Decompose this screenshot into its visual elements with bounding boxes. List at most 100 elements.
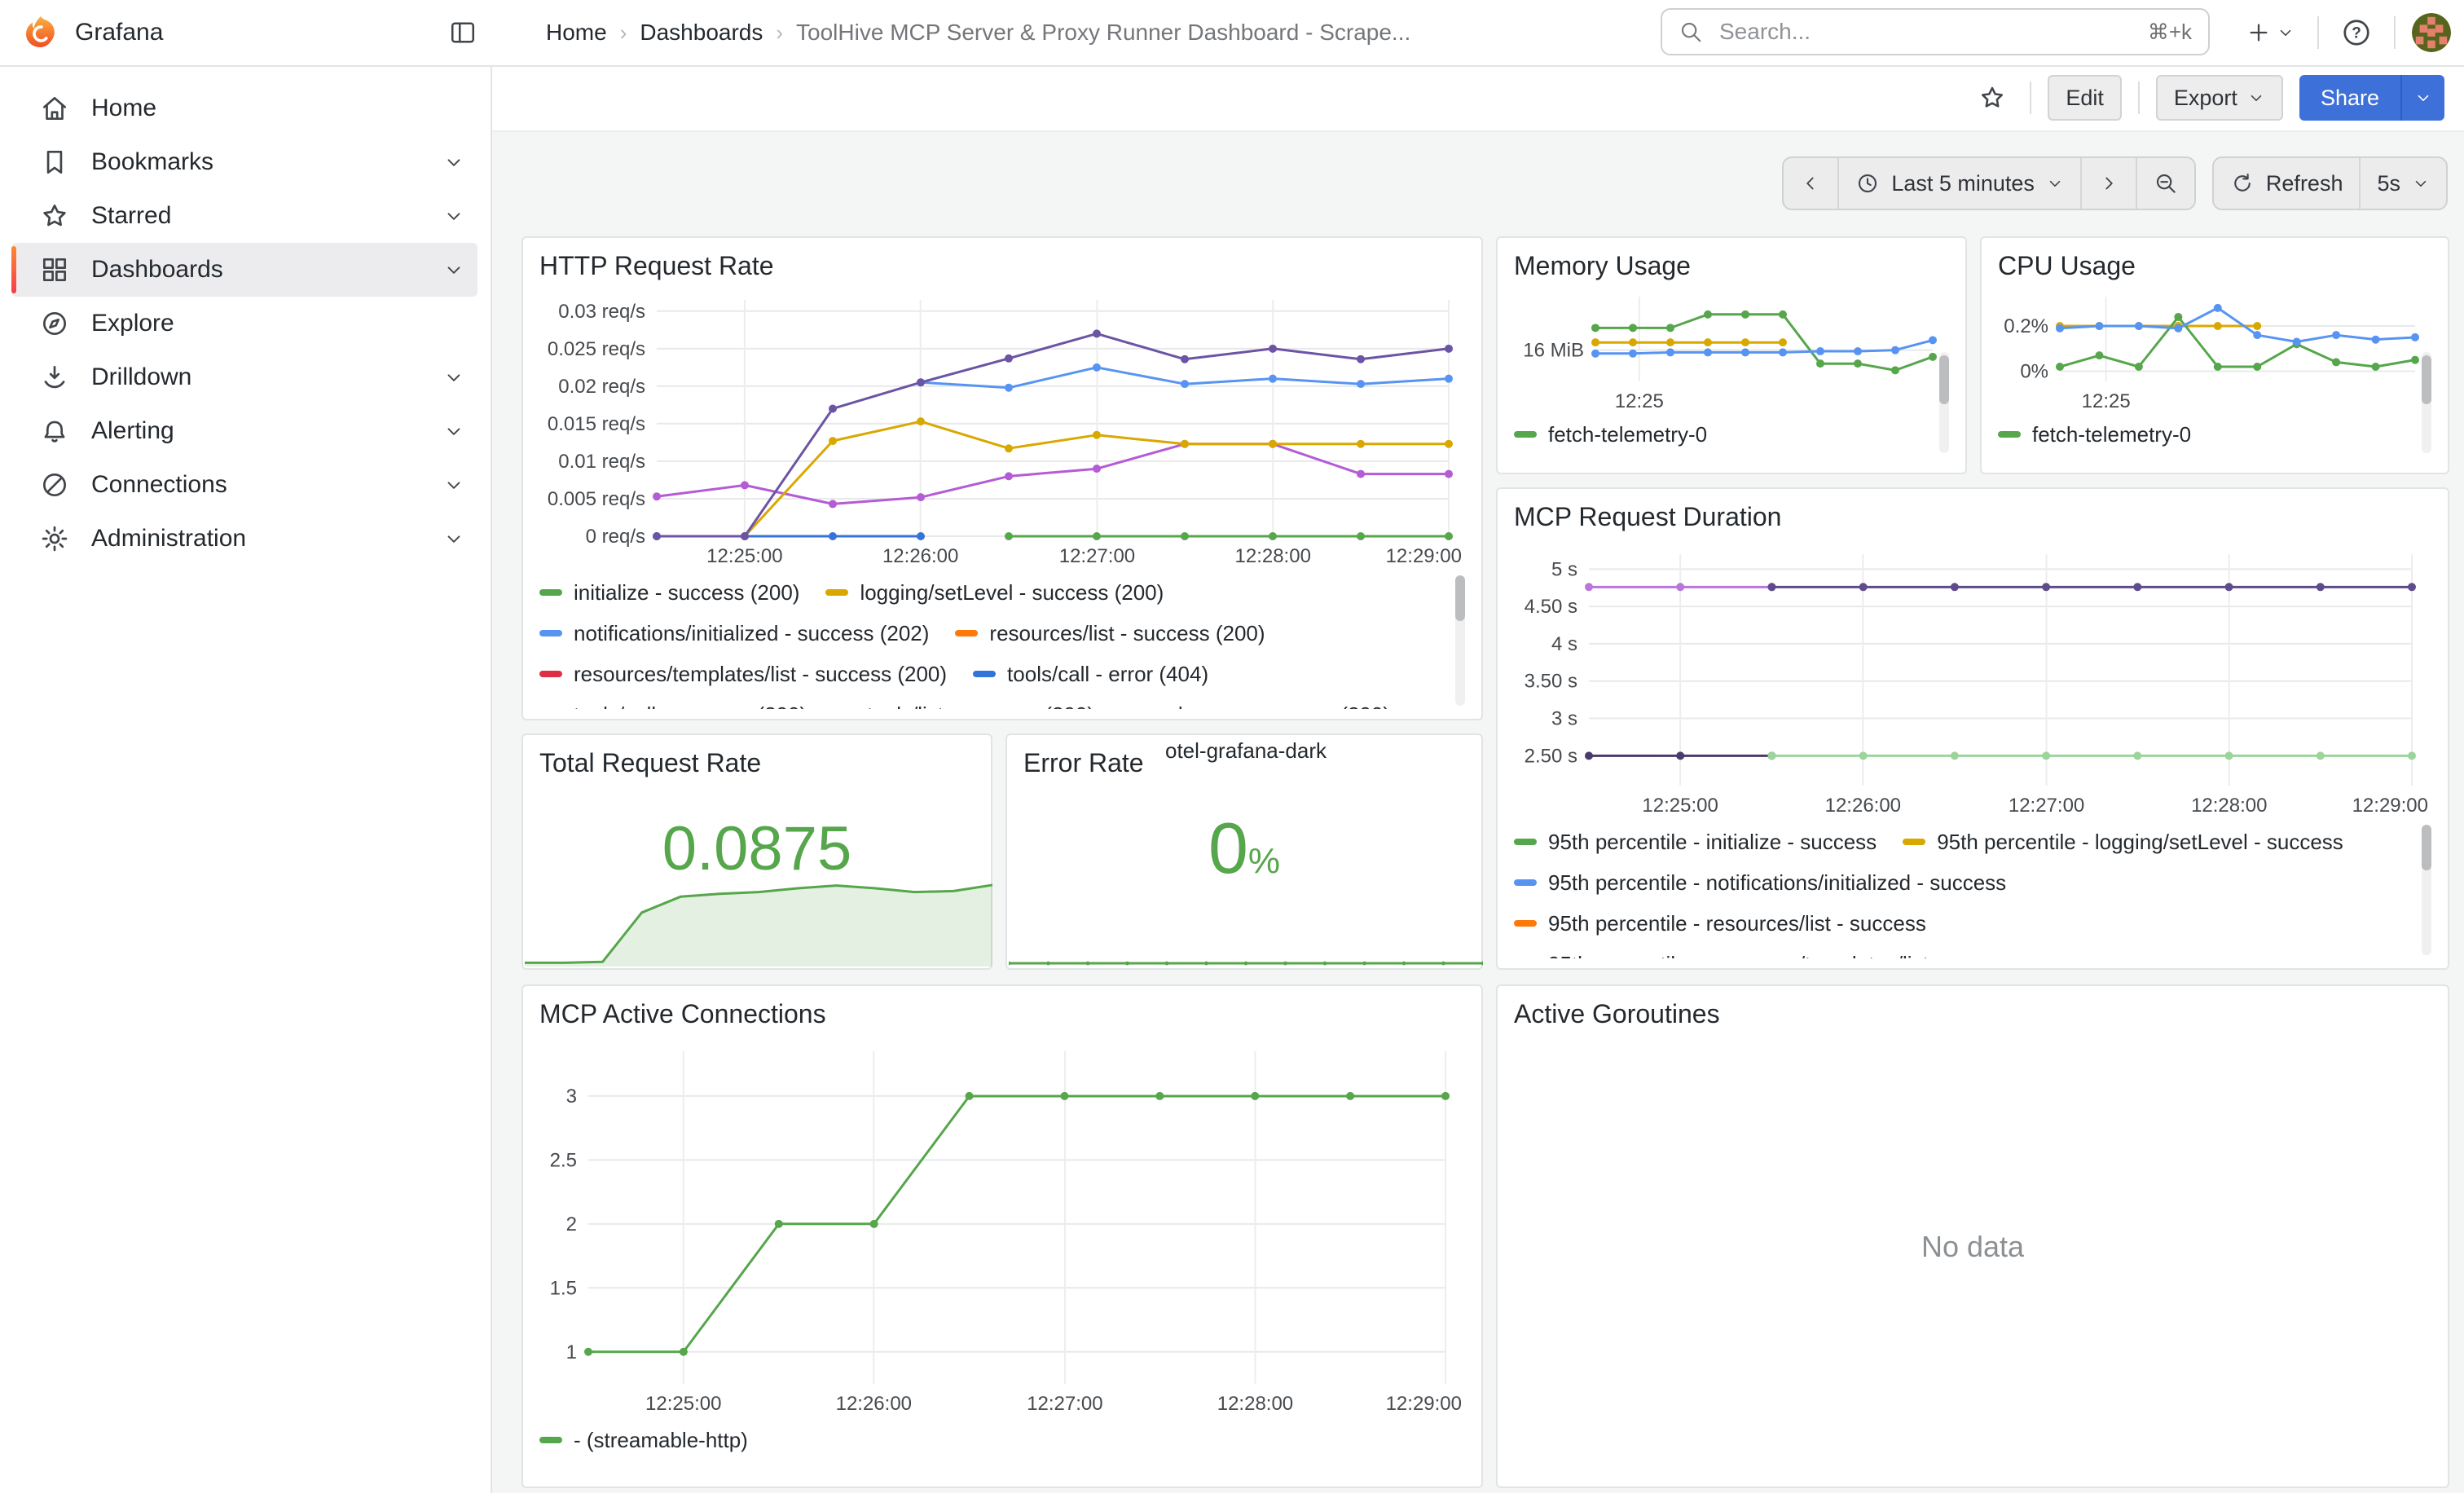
legend-item[interactable]: tools/call - success (200) — [539, 694, 807, 709]
breadcrumb: Home › Dashboards › ToolHive MCP Server … — [546, 0, 1410, 65]
time-range-picker-button[interactable]: Last 5 minutes — [1837, 158, 2080, 209]
legend-scrollbar[interactable] — [1455, 575, 1465, 706]
legend-item[interactable]: fetch-telemetry-0 — [1514, 414, 1707, 455]
share-dropdown-button[interactable] — [2400, 75, 2444, 121]
legend-label: tools/list - success (200) — [867, 702, 1094, 710]
user-avatar[interactable] — [2412, 13, 2451, 52]
legend-wrap: - (streamable-http) — [539, 1420, 1465, 1465]
legend-item[interactable]: - (streamable-http) — [539, 1420, 748, 1460]
svg-text:1: 1 — [566, 1341, 577, 1363]
chevron-down-icon[interactable] — [443, 367, 464, 388]
panel-total-request-rate: Total Request Rate 0.0875 — [521, 733, 992, 970]
breadcrumb-current: ToolHive MCP Server & Proxy Runner Dashb… — [796, 20, 1410, 46]
legend-item[interactable]: tools/call - error (404) — [973, 654, 1208, 694]
chevron-down-icon[interactable] — [443, 152, 464, 173]
legend-item[interactable]: resources/list - success (200) — [955, 613, 1265, 654]
time-shift-forward-button[interactable] — [2080, 158, 2136, 209]
cpu-legend: fetch-telemetry-0 — [1998, 414, 2431, 456]
new-button[interactable] — [2239, 16, 2301, 49]
chevron-down-icon[interactable] — [443, 528, 464, 549]
chevron-down-icon[interactable] — [443, 259, 464, 280]
panel-title[interactable]: MCP Active Connections — [539, 996, 1465, 1032]
legend-item[interactable]: fetch-telemetry-0 — [1998, 414, 2191, 455]
cpu-usage-chart[interactable]: 0.2%0%12:25 — [1998, 284, 2431, 414]
refresh-label: Refresh — [2266, 171, 2343, 196]
time-shift-back-button[interactable] — [1784, 158, 1837, 209]
legend-label: 95th percentile - logging/setLevel - suc… — [1937, 830, 2343, 855]
home-icon — [39, 93, 70, 124]
panel-title[interactable]: Memory Usage — [1514, 248, 1949, 284]
svg-text:12:25:00: 12:25:00 — [706, 545, 782, 567]
panel-title[interactable]: Total Request Rate — [539, 745, 975, 781]
legend-item[interactable]: 95th percentile - notifications/initiali… — [1514, 862, 2006, 903]
sidebar-item-explore[interactable]: Explore — [11, 297, 477, 350]
panel-error-rate: Error Rate otel-grafana-dark 0% — [1005, 733, 1483, 970]
sidebar-item-administration[interactable]: Administration — [11, 512, 477, 566]
breadcrumb-dashboards[interactable]: Dashboards — [640, 20, 763, 46]
panel-title[interactable]: Active Goroutines — [1514, 996, 2431, 1032]
svg-text:2: 2 — [566, 1213, 577, 1235]
http-request-rate-chart[interactable]: 0 req/s0.005 req/s0.01 req/s0.015 req/s0… — [539, 284, 1465, 572]
legend-label: unknown - success (200) — [1155, 702, 1390, 710]
breadcrumb-home[interactable]: Home — [546, 20, 607, 46]
panel-title[interactable]: MCP Request Duration — [1514, 499, 2431, 535]
search-box[interactable]: ⌘+k — [1661, 8, 2210, 55]
legend-item[interactable]: 95th percentile - logging/setLevel - suc… — [1903, 821, 2343, 862]
sidebar-item-connections[interactable]: Connections — [11, 458, 477, 512]
legend-item[interactable]: 95th percentile - resources/templates/li… — [1514, 944, 2024, 958]
error-rate-sparkline[interactable] — [1009, 950, 1483, 967]
search-input[interactable] — [1716, 17, 2135, 46]
legend-item[interactable]: unknown - success (200) — [1120, 694, 1390, 709]
svg-text:12:26:00: 12:26:00 — [1825, 795, 1901, 817]
favorite-star-button[interactable] — [1971, 77, 2013, 119]
refresh-interval-button[interactable]: 5s — [2359, 158, 2446, 209]
sidebar-item-alerting[interactable]: Alerting — [11, 404, 477, 458]
legend-scrollbar[interactable] — [2422, 352, 2431, 453]
panel-title[interactable]: CPU Usage — [1998, 248, 2431, 284]
sidebar-item-bookmarks[interactable]: Bookmarks — [11, 135, 477, 189]
mega-menu-toggle-button[interactable] — [443, 13, 482, 52]
zoom-out-time-button[interactable] — [2136, 158, 2194, 209]
refresh-button[interactable]: Refresh — [2214, 158, 2360, 209]
chevron-down-icon[interactable] — [443, 205, 464, 227]
legend-item[interactable]: notifications/initialized - success (202… — [539, 613, 929, 654]
legend-item[interactable]: tools/list - success (200) — [833, 694, 1094, 709]
sidebar-item-starred[interactable]: Starred — [11, 189, 477, 243]
memory-usage-chart[interactable]: 16 MiB12:25 — [1514, 284, 1949, 414]
search-icon — [1679, 20, 1703, 44]
panel-cpu-usage: CPU Usage 0.2%0%12:25 fetch-telemetry-0 — [1980, 236, 2449, 474]
dashboards-grid-icon — [39, 254, 70, 285]
brand-name: Grafana — [75, 19, 163, 46]
legend-label: notifications/initialized - success (202… — [574, 621, 929, 646]
svg-text:0.015 req/s: 0.015 req/s — [548, 413, 645, 435]
export-button[interactable]: Export — [2156, 75, 2283, 121]
sidebar-item-label: Alerting — [91, 417, 174, 445]
legend-item[interactable]: 95th percentile - resources/list - succe… — [1514, 903, 1926, 944]
legend-item[interactable]: logging/setLevel - success (200) — [825, 572, 1164, 613]
svg-text:12:26:00: 12:26:00 — [836, 1393, 912, 1415]
legend-scrollbar[interactable] — [2422, 825, 2431, 955]
svg-text:?: ? — [2352, 25, 2361, 42]
share-button[interactable]: Share — [2299, 75, 2400, 121]
brand[interactable]: Grafana — [23, 0, 163, 65]
chevron-down-icon[interactable] — [443, 474, 464, 495]
mcp-active-connections-chart[interactable]: 32.521.5112:25:0012:26:0012:27:0012:28:0… — [539, 1032, 1465, 1420]
legend-wrap: 95th percentile - initialize - success95… — [1514, 821, 2431, 958]
help-button[interactable]: ? — [2335, 11, 2378, 54]
legend-swatch — [539, 630, 562, 636]
legend-scrollbar[interactable] — [1939, 352, 1949, 453]
panel-title[interactable]: HTTP Request Rate — [539, 248, 1465, 284]
sidebar-item-home[interactable]: Home — [11, 81, 477, 135]
sidebar-item-drilldown[interactable]: Drilldown — [11, 350, 477, 404]
sidebar-item-dashboards[interactable]: Dashboards — [11, 243, 477, 297]
legend-item[interactable]: initialize - success (200) — [539, 572, 799, 613]
mcp-request-duration-chart[interactable]: 5 s4.50 s4 s3.50 s3 s2.50 s12:25:0012:26… — [1514, 535, 2431, 821]
chevron-down-icon[interactable] — [443, 421, 464, 442]
legend-item[interactable]: 95th percentile - initialize - success — [1514, 821, 1877, 862]
sidebar-item-label: Bookmarks — [91, 148, 213, 176]
legend-item[interactable]: resources/templates/list - success (200) — [539, 654, 947, 694]
edit-button[interactable]: Edit — [2048, 75, 2122, 121]
divider — [2317, 16, 2319, 49]
svg-text:12:27:00: 12:27:00 — [1027, 1393, 1102, 1415]
sidebar-item-label: Home — [91, 95, 156, 122]
